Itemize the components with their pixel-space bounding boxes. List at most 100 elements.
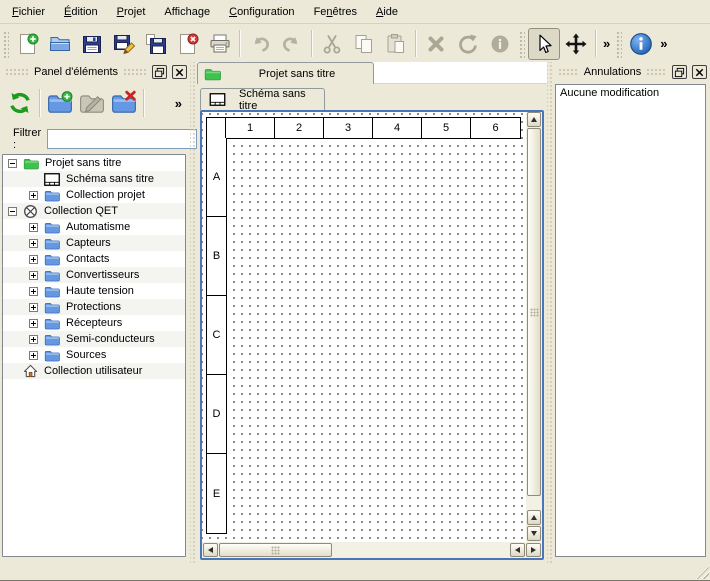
tree-item-automatisme[interactable]: Automatisme xyxy=(3,219,185,235)
undo-icon xyxy=(248,32,272,56)
edit-category-button[interactable] xyxy=(76,87,108,119)
tree-item-protections[interactable]: Protections xyxy=(3,299,185,315)
info-button[interactable] xyxy=(484,28,516,60)
close-dock-button[interactable] xyxy=(172,65,187,79)
expand-expander[interactable] xyxy=(29,287,38,296)
horizontal-scroll-thumb[interactable] xyxy=(219,543,332,557)
expand-expander[interactable] xyxy=(29,319,38,328)
project-folder-icon xyxy=(23,157,39,170)
scroll-up-button[interactable] xyxy=(527,510,541,525)
float-dock-button[interactable] xyxy=(152,65,167,79)
expand-expander[interactable] xyxy=(29,223,38,232)
schema-icon xyxy=(209,93,226,106)
menu-fenetres[interactable]: Fenêtres xyxy=(305,2,367,22)
undo-list-item[interactable]: Aucune modification xyxy=(556,85,705,101)
scroll-left-button[interactable] xyxy=(510,543,525,557)
tree-item-label: Protections xyxy=(66,301,121,313)
menu-configuration[interactable]: Configuration xyxy=(220,2,304,22)
resize-grip[interactable] xyxy=(696,566,709,579)
new-category-button[interactable] xyxy=(44,87,76,119)
close-file-button[interactable] xyxy=(172,28,204,60)
scroll-up-button[interactable] xyxy=(527,112,541,127)
copy-button[interactable] xyxy=(348,28,380,60)
elements-panel-titlebar[interactable]: Panel d'éléments xyxy=(0,62,190,82)
delete-button[interactable] xyxy=(420,28,452,60)
paste-button[interactable] xyxy=(380,28,412,60)
expand-expander[interactable] xyxy=(29,335,38,344)
about-info-button[interactable] xyxy=(625,28,657,60)
collapse-expander[interactable] xyxy=(8,207,17,216)
schema-canvas[interactable]: 1 2 3 4 5 6 A B C D E xyxy=(202,112,526,542)
expand-expander[interactable] xyxy=(29,351,38,360)
tree-item-projet-sans-titre[interactable]: Projet sans titre xyxy=(3,155,185,171)
tab-schema-sans-titre[interactable]: Schéma sans titre xyxy=(200,88,325,110)
menu-edition[interactable]: Édition xyxy=(55,2,108,22)
row-label: C xyxy=(207,296,226,375)
scroll-down-button[interactable] xyxy=(527,526,541,541)
open-button[interactable] xyxy=(44,28,76,60)
tree-item-sources[interactable]: Sources xyxy=(3,347,185,363)
tree-item-label: Collection projet xyxy=(66,189,145,201)
tree-item-capteurs[interactable]: Capteurs xyxy=(3,235,185,251)
tree-item-recepteurs[interactable]: Récepteurs xyxy=(3,315,185,331)
toolbar-drag-handle[interactable] xyxy=(2,30,9,58)
print-button[interactable] xyxy=(204,28,236,60)
cut-button[interactable] xyxy=(316,28,348,60)
menu-affichage[interactable]: Affichage xyxy=(155,2,220,22)
expand-expander[interactable] xyxy=(29,255,38,264)
undo-dock-titlebar[interactable]: Annulations xyxy=(553,62,710,82)
save-all-button[interactable] xyxy=(140,28,172,60)
tree-item-semi-conducteurs[interactable]: Semi-conducteurs xyxy=(3,331,185,347)
new-document-button[interactable] xyxy=(12,28,44,60)
tree-item-contacts[interactable]: Contacts xyxy=(3,251,185,267)
ruler-corner xyxy=(207,118,226,138)
tree-item-collection-qet[interactable]: Collection QET xyxy=(3,203,185,219)
vertical-scroll-thumb[interactable] xyxy=(527,128,541,496)
workspace: Projet sans titre Schéma sans titre 1 2 … xyxy=(197,62,547,564)
tree-item-convertisseurs[interactable]: Convertisseurs xyxy=(3,267,185,283)
rotate-button[interactable] xyxy=(452,28,484,60)
reload-collections-button[interactable] xyxy=(4,87,36,119)
main-toolbar: » » xyxy=(0,25,710,62)
tree-item-schema-sans-titre[interactable]: Schéma sans titre xyxy=(3,171,185,187)
close-icon xyxy=(174,67,185,78)
redo-button[interactable] xyxy=(276,28,308,60)
collapse-expander[interactable] xyxy=(8,159,17,168)
horizontal-scrollbar[interactable] xyxy=(202,542,542,558)
tab-projet-sans-titre[interactable]: Projet sans titre xyxy=(197,62,374,84)
menu-fichier[interactable]: Fichier xyxy=(3,2,55,22)
delete-category-button[interactable] xyxy=(108,87,140,119)
panel-toolbar-overflow-button[interactable]: » xyxy=(175,96,182,111)
scroll-left-button[interactable] xyxy=(203,543,218,557)
select-tool-button[interactable] xyxy=(528,28,560,60)
tree-item-collection-utilisateur[interactable]: Collection utilisateur xyxy=(3,363,185,379)
toolbar-overflow-button[interactable]: » xyxy=(600,36,613,51)
filter-input[interactable] xyxy=(47,129,197,149)
scroll-right-button[interactable] xyxy=(526,543,541,557)
toolbar-drag-handle[interactable] xyxy=(518,30,525,58)
tree-item-collection-projet[interactable]: Collection projet xyxy=(3,187,185,203)
undo-button[interactable] xyxy=(244,28,276,60)
menu-projet[interactable]: Projet xyxy=(108,2,156,22)
left-dock-splitter[interactable] xyxy=(190,62,197,564)
toolbar-drag-handle[interactable] xyxy=(615,30,622,58)
expand-expander[interactable] xyxy=(29,303,38,312)
toolbar-overflow-button[interactable]: » xyxy=(657,36,670,51)
menu-aide[interactable]: Aide xyxy=(367,2,408,22)
move-tool-button[interactable] xyxy=(560,28,592,60)
column-label: 6 xyxy=(471,118,520,138)
save-button[interactable] xyxy=(76,28,108,60)
expand-expander[interactable] xyxy=(29,239,38,248)
new-category-icon xyxy=(47,90,73,116)
save-as-button[interactable] xyxy=(108,28,140,60)
close-dock-button[interactable] xyxy=(692,65,707,79)
vertical-scrollbar[interactable] xyxy=(526,112,542,542)
column-label: 4 xyxy=(373,118,422,138)
expand-expander[interactable] xyxy=(29,191,38,200)
expand-expander[interactable] xyxy=(29,271,38,280)
column-label: 5 xyxy=(422,118,471,138)
float-dock-button[interactable] xyxy=(672,65,687,79)
tree-item-haute-tension[interactable]: Haute tension xyxy=(3,283,185,299)
save-all-icon xyxy=(144,32,168,56)
paste-icon xyxy=(384,32,408,56)
